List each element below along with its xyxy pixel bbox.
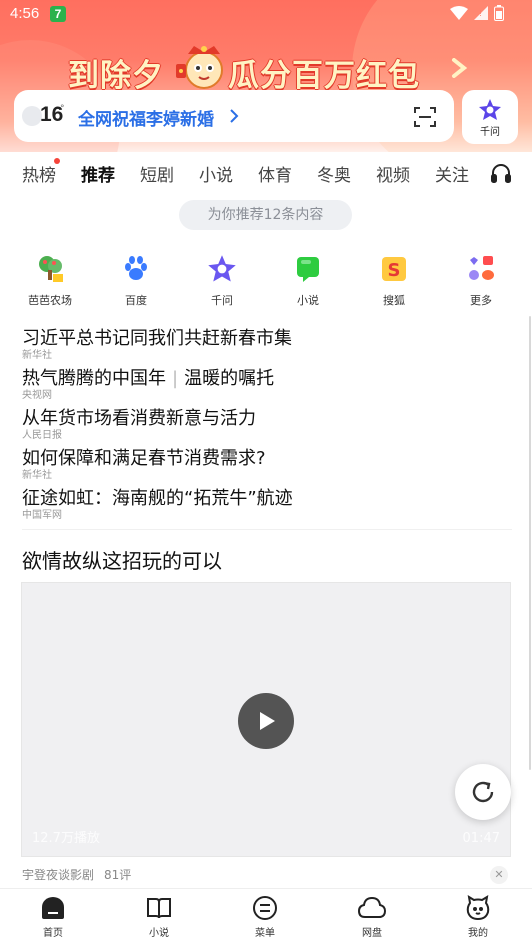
- video-meta: 宇登夜谈影剧 81评: [22, 866, 131, 883]
- video-author[interactable]: 宇登夜谈影剧: [22, 868, 94, 882]
- news-title-separator: |: [172, 368, 179, 389]
- chat-bubble-icon: [297, 257, 319, 282]
- nav-profile[interactable]: 我的: [448, 895, 508, 939]
- chevron-right-icon: [230, 109, 239, 123]
- nav-menu[interactable]: 菜单: [235, 895, 295, 939]
- battery-icon: [494, 5, 504, 21]
- news-title[interactable]: 征途如虹：海南舰的“拓荒牛”航迹: [22, 486, 512, 512]
- headphones-icon[interactable]: [490, 162, 512, 184]
- close-icon[interactable]: ✕: [490, 866, 508, 884]
- play-icon: [260, 712, 275, 730]
- search-bar[interactable]: 16 ° 全网祝福李婷新婚: [14, 90, 454, 142]
- tab-follow[interactable]: 关注: [435, 161, 469, 186]
- search-hint-text[interactable]: 全网祝福李婷新婚: [78, 105, 214, 130]
- recommend-count-pill: 为你推荐12条内容: [179, 200, 352, 230]
- refresh-icon: [472, 781, 494, 803]
- video-title[interactable]: 欲情故纵这招玩的可以: [22, 545, 222, 574]
- svg-text:!: !: [479, 9, 482, 18]
- news-item[interactable]: 习近平总书记同我们共赶新春市集 新华社: [22, 326, 512, 366]
- category-tabs: 热榜 推荐 短剧 小说 体育 冬奥 视频 关注: [0, 152, 532, 192]
- status-bar: 4:56 7 !: [0, 0, 532, 30]
- app-label: 芭芭农场: [28, 294, 72, 307]
- news-title-part: 热气腾腾的中国年: [22, 368, 166, 389]
- news-title[interactable]: 热气腾腾的中国年 | 温暖的嘱托: [22, 366, 512, 392]
- news-title[interactable]: 如何保障和满足春节消费需求?: [22, 446, 512, 472]
- tab-novel[interactable]: 小说: [199, 161, 233, 186]
- nav-label: 我的: [468, 928, 488, 939]
- news-item[interactable]: 从年货市场看消费新意与活力 人民日报: [22, 406, 512, 446]
- qianwen-icon: [208, 255, 236, 282]
- app-more[interactable]: 更多: [445, 252, 517, 308]
- video-comment-count[interactable]: 81评: [104, 868, 131, 882]
- chevron-right-icon: [452, 58, 468, 78]
- bottom-navigation: 首页 小说 菜单 网盘 我的: [0, 888, 532, 946]
- nav-home[interactable]: 首页: [23, 895, 83, 939]
- tab-hot[interactable]: 热榜: [22, 161, 56, 186]
- play-button[interactable]: [238, 693, 294, 749]
- qianwen-button[interactable]: 千问: [462, 90, 518, 144]
- qianwen-icon: [479, 99, 501, 120]
- banner-text-right: 瓜分百万红包: [228, 58, 420, 94]
- app-baba-farm[interactable]: 芭芭农场: [14, 252, 86, 308]
- app-label: 百度: [125, 294, 147, 307]
- menu-icon: [253, 896, 277, 920]
- nav-cloud-drive[interactable]: 网盘: [342, 895, 402, 939]
- svg-text:S: S: [388, 260, 401, 281]
- nav-label: 网盘: [362, 928, 382, 939]
- book-icon: [147, 898, 171, 919]
- qianwen-label: 千问: [480, 127, 500, 138]
- news-title-part: 温暖的嘱托: [184, 368, 275, 389]
- video-view-count: 12.7万播放: [32, 831, 100, 846]
- notification-dot: [54, 158, 60, 164]
- app-label: 搜狐: [383, 294, 405, 307]
- signal-icon: !: [474, 6, 488, 20]
- status-time: 4:56: [10, 5, 40, 22]
- refresh-button[interactable]: [455, 764, 511, 820]
- weather-degree: °: [60, 104, 65, 114]
- paw-icon: [125, 256, 147, 280]
- status-app-icon: 7: [50, 6, 66, 22]
- app-novel[interactable]: 小说: [272, 252, 344, 308]
- divider: [22, 529, 512, 530]
- video-duration: 01:47: [462, 831, 500, 846]
- news-title[interactable]: 从年货市场看消费新意与活力: [22, 406, 512, 432]
- news-title[interactable]: 习近平总书记同我们共赶新春市集: [22, 326, 512, 352]
- app-label: 更多: [470, 294, 492, 307]
- nav-novel[interactable]: 小说: [129, 895, 189, 939]
- nav-label: 菜单: [255, 928, 275, 939]
- wifi-icon: [450, 6, 468, 20]
- video-player[interactable]: 12.7万播放 01:47: [21, 582, 511, 857]
- app-label: 千问: [211, 294, 233, 307]
- news-list: 习近平总书记同我们共赶新春市集 新华社 热气腾腾的中国年 | 温暖的嘱托 央视网 从…: [22, 326, 512, 526]
- news-item[interactable]: 征途如虹：海南舰的“拓荒牛”航迹 中国军网: [22, 486, 512, 526]
- tab-winter-olympics[interactable]: 冬奥: [317, 161, 351, 186]
- tab-sports[interactable]: 体育: [258, 161, 292, 186]
- news-item[interactable]: 热气腾腾的中国年 | 温暖的嘱托 央视网: [22, 366, 512, 406]
- farm-tree-icon: [39, 256, 63, 282]
- quick-apps-row: 芭芭农场 百度 千问 小说 S 搜狐 更多: [0, 252, 532, 314]
- scrollbar[interactable]: [529, 316, 531, 770]
- cloud-icon: [357, 896, 387, 918]
- status-icons: !: [450, 5, 504, 21]
- app-sohu[interactable]: S 搜狐: [358, 252, 430, 308]
- profile-bear-icon: [466, 895, 490, 921]
- news-item[interactable]: 如何保障和满足春节消费需求? 新华社: [22, 446, 512, 486]
- promo-banner[interactable]: 到除夕 瓜分百万红包: [66, 42, 468, 94]
- tab-short-drama[interactable]: 短剧: [140, 161, 174, 186]
- nav-label: 首页: [43, 928, 63, 939]
- mascot-icon: [176, 46, 223, 89]
- sohu-icon: S: [382, 257, 406, 281]
- app-qianwen[interactable]: 千问: [186, 252, 258, 308]
- scan-icon[interactable]: [414, 106, 436, 128]
- banner-text-left: 到除夕: [68, 58, 164, 94]
- home-icon: [42, 897, 64, 919]
- app-label: 小说: [297, 294, 319, 307]
- more-apps-icon: [469, 256, 494, 280]
- tab-recommend[interactable]: 推荐: [81, 161, 115, 186]
- nav-label: 小说: [149, 928, 169, 939]
- header: 4:56 7 ! 到除夕 瓜分百万红包 16 ° 全网祝福李婷新婚 千问: [0, 0, 532, 152]
- app-baidu[interactable]: 百度: [100, 252, 172, 308]
- tab-video[interactable]: 视频: [376, 161, 410, 186]
- weather-icon: [22, 106, 42, 126]
